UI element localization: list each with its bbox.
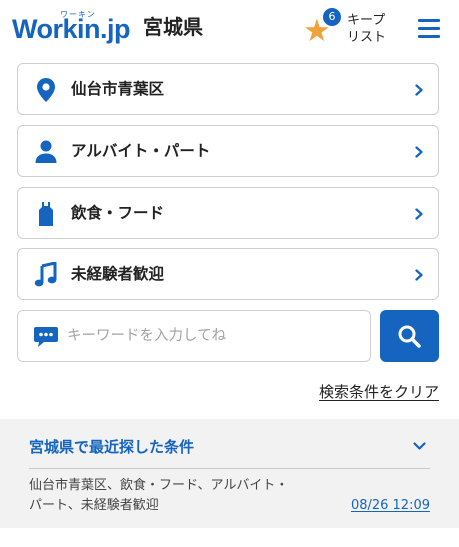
keep-list-label: キープ リスト (347, 12, 395, 46)
nav-item-label: アルバイト・パート (71, 142, 211, 160)
nav-item-label: 仙台市青葉区 (71, 80, 165, 98)
header: ワーキン Workin.jp 宮城県 ★ 6 キープ リスト (0, 0, 459, 56)
recent-search-date: 08/26 12:09 (350, 498, 430, 513)
workin-logo[interactable]: ワーキン Workin.jp (12, 9, 134, 44)
conditions-line: パート、未経験者歓迎 (29, 498, 159, 513)
nav-item-label: 飲食・フード (71, 204, 165, 222)
conditions-line: 仙台市青葉区、飲食・フード、アルバイト・ (29, 478, 289, 493)
chevron-right-icon (415, 269, 423, 281)
keyword-search-input[interactable] (67, 321, 357, 351)
keep-list-button[interactable]: ★ 6 キープ リスト (303, 6, 395, 50)
nav-item-features[interactable]: 未経験者歓迎 (17, 248, 439, 300)
menu-bar (418, 19, 440, 22)
hamburger-menu-icon[interactable] (418, 19, 440, 38)
recent-search-panel: 宮城県で最近探した条件 仙台市青葉区、飲食・フード、アルバイト・ パート、未経験… (0, 419, 459, 528)
keep-label-line1: キープ (347, 13, 386, 28)
recent-search-conditions: 仙台市青葉区、飲食・フード、アルバイト・ パート、未経験者歓迎 (29, 476, 329, 516)
divider (29, 468, 430, 469)
chevron-right-icon (415, 208, 423, 220)
logo-text: Workin.jp (12, 14, 131, 44)
person-icon (35, 140, 57, 163)
nav-item-area[interactable]: 仙台市青葉区 (17, 63, 439, 115)
clear-conditions-link[interactable]: 検索条件をクリア (319, 381, 439, 402)
apron-icon (39, 202, 53, 226)
chevron-right-icon (415, 84, 423, 96)
menu-bar (418, 27, 440, 30)
chevron-down-icon[interactable] (413, 442, 426, 451)
nav-item-employment-type[interactable]: アルバイト・パート (17, 125, 439, 177)
prefecture-title: 宮城県 (143, 15, 203, 39)
keep-count-badge: 6 (323, 8, 341, 26)
nav-item-job-category[interactable]: 飲食・フード (17, 187, 439, 239)
chat-bubble-icon (34, 327, 58, 347)
keep-label-line2: リスト (347, 30, 387, 45)
chevron-right-icon (415, 146, 423, 158)
music-note-icon (34, 262, 57, 287)
magnifier-icon (398, 325, 421, 348)
search-button[interactable] (380, 310, 439, 362)
nav-item-label: 未経験者歓迎 (71, 265, 165, 283)
keyword-search-field[interactable] (17, 310, 371, 362)
recent-search-title: 宮城県で最近探した条件 (29, 438, 195, 456)
recent-search-item[interactable]: 仙台市青葉区、飲食・フード、アルバイト・ パート、未経験者歓迎 08/26 12… (29, 476, 430, 520)
bottom-strip (0, 528, 459, 547)
menu-bar (418, 35, 440, 38)
location-pin-icon (37, 78, 55, 102)
